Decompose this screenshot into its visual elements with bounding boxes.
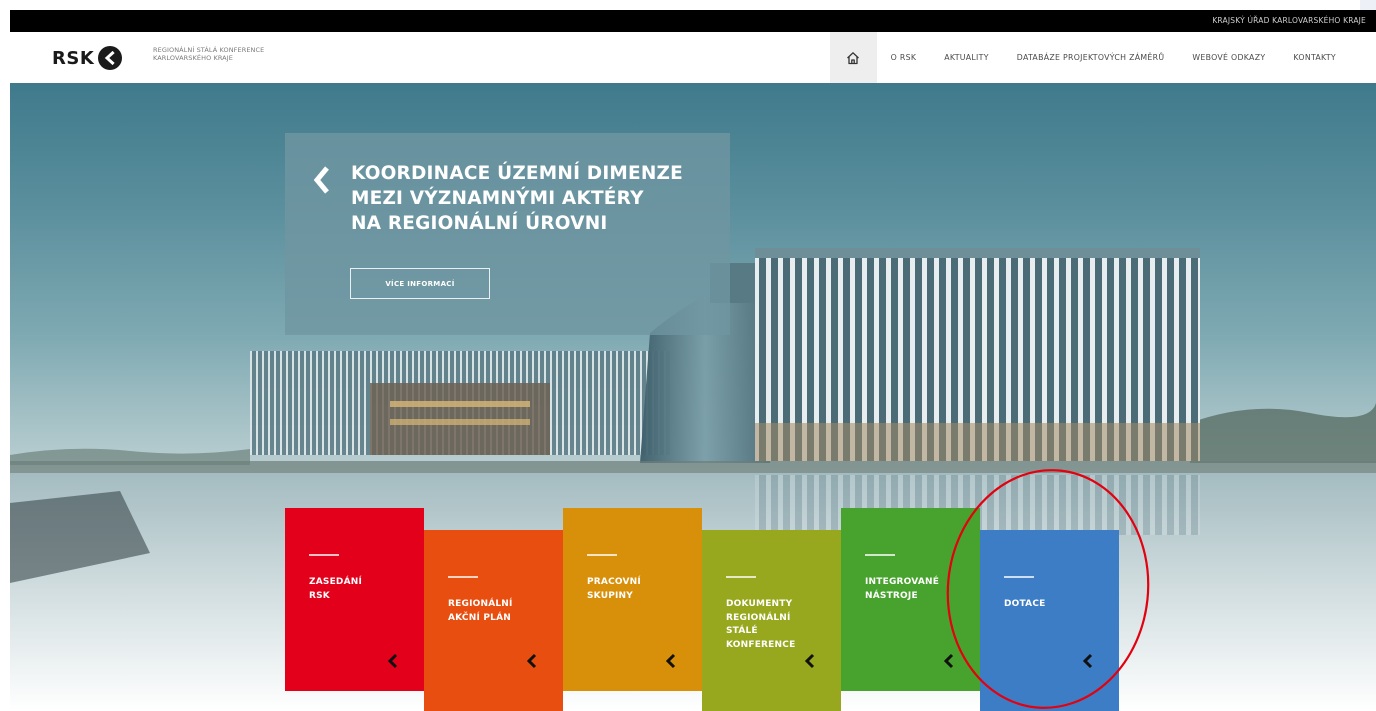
tile-label-line: REGIONÁLNÍ	[448, 599, 513, 609]
main-nav: O RSK AKTUALITY DATABÁZE PROJEKTOVÝCH ZÁ…	[829, 32, 1376, 83]
chevron-left-icon	[387, 653, 398, 669]
home-icon	[847, 51, 860, 64]
tile-divider	[726, 576, 756, 578]
red-circle-annotation	[946, 469, 1150, 709]
hero-title-line-2: MEZI VÝZNAMNÝMI AKTÉRY	[351, 188, 644, 209]
tile-divider	[448, 576, 478, 578]
nav-item-aktuality[interactable]: AKTUALITY	[930, 53, 1003, 62]
tile-divider	[587, 554, 617, 556]
tile-label-line: DOKUMENTY	[726, 599, 793, 609]
tagline-line-1: REGIONÁLNÍ STÁLÁ KONFERENCE	[153, 46, 265, 54]
tile-dokumenty-rsk[interactable]: DOKUMENTY REGIONÁLNÍ STÁLÉ KONFERENCE	[702, 530, 841, 711]
tagline-line-2: KARLOVARSKÉHO KRAJE	[153, 54, 233, 62]
chevron-left-icon	[526, 653, 537, 669]
hero-title-line-3: NA REGIONÁLNÍ ÚROVNI	[351, 213, 608, 234]
tile-label-line: RSK	[309, 590, 330, 601]
nav-item-kontakty[interactable]: KONTAKTY	[1279, 53, 1376, 62]
tile-regionalni-akcni-plan[interactable]: REGIONÁLNÍ AKČNÍ PLÁN	[424, 530, 563, 711]
site-header: RSK REGIONÁLNÍ STÁLÁ KONFERENCE KARLOVAR…	[10, 32, 1376, 83]
chevron-left-icon	[804, 653, 815, 669]
rsk-logo[interactable]: RSK	[52, 46, 123, 70]
site-tagline: REGIONÁLNÍ STÁLÁ KONFERENCE KARLOVARSKÉH…	[153, 46, 264, 62]
tile-label-line: SKUPINY	[587, 590, 634, 601]
nav-item-o-rsk[interactable]: O RSK	[877, 53, 931, 62]
window-edge-strip	[1360, 0, 1376, 10]
tile-label-line: PRACOVNÍ	[587, 577, 641, 587]
tile-label-line: STÁLÉ	[726, 626, 758, 636]
tile-label: DOKUMENTY REGIONÁLNÍ STÁLÉ KONFERENCE	[726, 598, 826, 652]
regional-office-link[interactable]: KRAJSKÝ ÚŘAD KARLOVARSKÉHO KRAJE	[1212, 16, 1366, 25]
hero-title: KOORDINACE ÚZEMNÍ DIMENZE MEZI VÝZNAMNÝM…	[351, 161, 683, 236]
tile-label-line: KONFERENCE	[726, 639, 796, 650]
tile-label: PRACOVNÍ SKUPINY	[587, 576, 687, 603]
top-bar: KRAJSKÝ ÚŘAD KARLOVARSKÉHO KRAJE	[10, 10, 1376, 32]
more-info-button[interactable]: VÍCE INFORMACÍ	[350, 268, 490, 299]
tile-divider	[309, 554, 339, 556]
hero-title-line-1: KOORDINACE ÚZEMNÍ DIMENZE	[351, 163, 684, 184]
chevron-left-icon	[665, 653, 676, 669]
tile-label: ZASEDÁNÍ RSK	[309, 576, 409, 603]
nav-item-databaze[interactable]: DATABÁZE PROJEKTOVÝCH ZÁMĚRŮ	[1003, 53, 1179, 62]
nav-item-webove-odkazy[interactable]: WEBOVÉ ODKAZY	[1178, 53, 1279, 62]
tile-label-line: AKČNÍ PLÁN	[448, 612, 511, 623]
tile-label: REGIONÁLNÍ AKČNÍ PLÁN	[448, 598, 548, 625]
slide-prev-icon[interactable]	[313, 165, 331, 195]
tile-divider	[865, 554, 895, 556]
nav-home-button[interactable]	[829, 32, 877, 83]
tile-pracovni-skupiny[interactable]: PRACOVNÍ SKUPINY	[563, 508, 702, 691]
tile-zasedani-rsk[interactable]: ZASEDÁNÍ RSK	[285, 508, 424, 691]
logo-text: RSK	[52, 47, 95, 69]
tile-label-line: ZASEDÁNÍ	[309, 577, 363, 587]
tile-label-line: REGIONÁLNÍ	[726, 612, 791, 623]
hero-slide-box: KOORDINACE ÚZEMNÍ DIMENZE MEZI VÝZNAMNÝM…	[285, 133, 730, 335]
logo-arrow-icon	[98, 46, 123, 70]
